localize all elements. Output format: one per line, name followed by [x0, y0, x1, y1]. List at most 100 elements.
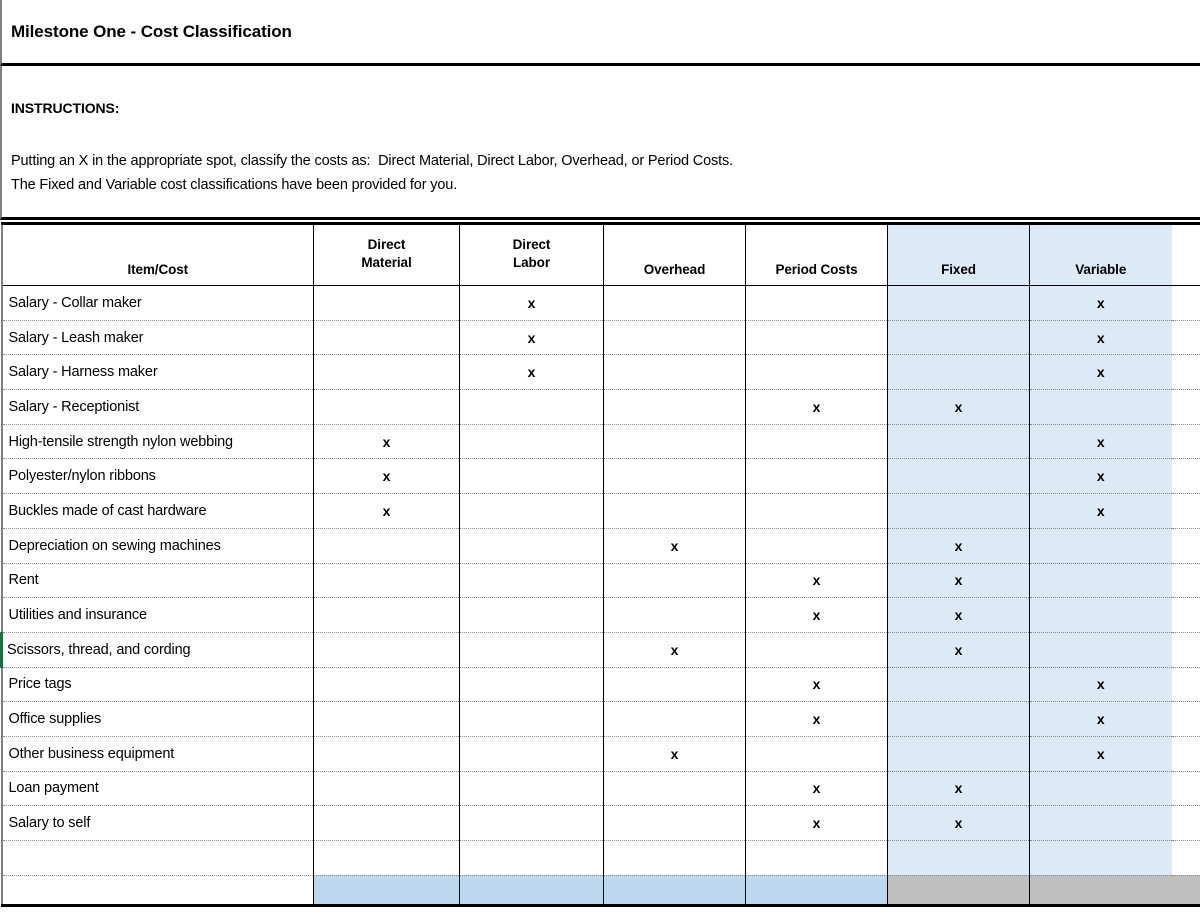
table-row[interactable]: Rent x x: [1, 563, 1200, 599]
cell-overhead[interactable]: [603, 389, 746, 425]
row-item-label[interactable]: Scissors, thread, and cording: [0, 632, 314, 668]
cell-direct-material[interactable]: x: [313, 493, 460, 529]
cell-period-costs[interactable]: [745, 320, 888, 356]
cell-period-costs[interactable]: x: [745, 563, 888, 599]
row-item-label[interactable]: Utilities and insurance: [1, 597, 314, 633]
cell-period-costs[interactable]: [745, 493, 888, 529]
cell-overhead[interactable]: [603, 354, 746, 391]
cell-period-costs[interactable]: [745, 285, 888, 321]
cell-overhead[interactable]: x: [603, 528, 746, 564]
cell-fixed[interactable]: [887, 840, 1030, 876]
cell-variable[interactable]: x: [1029, 285, 1172, 321]
table-row[interactable]: Buckles made of cast hardware x x: [1, 493, 1200, 529]
cell-period-costs[interactable]: x: [745, 805, 888, 841]
cell-direct-labor[interactable]: x: [459, 320, 604, 356]
cell-direct-labor[interactable]: [459, 458, 604, 495]
cell-period-costs[interactable]: x: [745, 667, 888, 703]
cell-variable[interactable]: x: [1029, 424, 1172, 460]
cell-overhead[interactable]: [603, 667, 746, 703]
cell-direct-material[interactable]: [313, 597, 460, 633]
cell-period-costs[interactable]: x: [745, 701, 888, 737]
cell-variable[interactable]: x: [1029, 667, 1172, 703]
cell-variable[interactable]: x: [1029, 736, 1172, 772]
cell-direct-labor[interactable]: [459, 528, 604, 564]
cell-overhead[interactable]: [603, 597, 746, 633]
cell-direct-material[interactable]: [313, 285, 460, 321]
row-item-label[interactable]: High-tensile strength nylon webbing: [1, 424, 314, 460]
cell-fixed[interactable]: x: [887, 528, 1030, 564]
cell-direct-material[interactable]: x: [313, 458, 460, 495]
cell-direct-material[interactable]: [313, 701, 460, 737]
cell-fixed[interactable]: [887, 320, 1030, 356]
table-row[interactable]: Salary to self x x: [1, 805, 1200, 841]
table-row[interactable]: Scissors, thread, and cording x x: [0, 632, 1200, 668]
cell-overhead[interactable]: x: [603, 632, 746, 668]
table-row[interactable]: Salary - Harness maker x x: [1, 354, 1200, 391]
cell-period-costs[interactable]: x: [745, 389, 888, 425]
table-row[interactable]: Other business equipment x x: [1, 736, 1200, 772]
table-row[interactable]: Salary - Collar maker x x: [1, 285, 1200, 321]
cell-direct-labor[interactable]: [459, 771, 604, 807]
cell-overhead[interactable]: [603, 805, 746, 841]
cell-variable[interactable]: [1029, 840, 1172, 876]
cell-variable[interactable]: x: [1029, 320, 1172, 356]
row-item-label[interactable]: Price tags: [1, 667, 314, 703]
cell-fixed[interactable]: x: [887, 389, 1030, 425]
row-item-label[interactable]: Loan payment: [1, 771, 314, 807]
cell-variable[interactable]: [1029, 597, 1172, 633]
cell-period-costs[interactable]: [745, 528, 888, 564]
row-item-label[interactable]: Rent: [1, 563, 314, 599]
table-blank-row[interactable]: [1, 840, 1200, 876]
cell-fixed[interactable]: [887, 354, 1030, 391]
cell-direct-material[interactable]: [313, 736, 460, 772]
cell-period-costs[interactable]: x: [745, 771, 888, 807]
cell-fixed[interactable]: [887, 424, 1030, 460]
row-item-label[interactable]: Salary - Harness maker: [1, 354, 314, 391]
cell-direct-material[interactable]: [313, 805, 460, 841]
cell-overhead[interactable]: [603, 424, 746, 460]
cell-direct-material[interactable]: [313, 320, 460, 356]
table-row[interactable]: Salary - Leash maker x x: [1, 320, 1200, 356]
cell-direct-labor[interactable]: [459, 597, 604, 633]
table-row[interactable]: Office supplies x x: [1, 701, 1200, 737]
cell-direct-material[interactable]: [313, 771, 460, 807]
cell-variable[interactable]: [1029, 389, 1172, 425]
cell-fixed[interactable]: [887, 458, 1030, 495]
cell-direct-labor[interactable]: [459, 701, 604, 737]
cell-period-costs[interactable]: [745, 736, 888, 772]
cell-fixed[interactable]: x: [887, 597, 1030, 633]
row-item-label[interactable]: [1, 840, 314, 876]
cell-fixed[interactable]: x: [887, 632, 1030, 668]
cell-overhead[interactable]: [603, 320, 746, 356]
cell-direct-material[interactable]: [313, 563, 460, 599]
cell-overhead[interactable]: [603, 771, 746, 807]
row-item-label[interactable]: Other business equipment: [1, 736, 314, 772]
cell-direct-material[interactable]: x: [313, 424, 460, 460]
cell-direct-material[interactable]: [313, 632, 460, 668]
cell-fixed[interactable]: x: [887, 771, 1030, 807]
cell-variable[interactable]: x: [1029, 354, 1172, 391]
cell-fixed[interactable]: [887, 493, 1030, 529]
cell-overhead[interactable]: [603, 840, 746, 876]
cell-overhead[interactable]: [603, 701, 746, 737]
cell-period-costs[interactable]: [745, 424, 888, 460]
row-item-label[interactable]: Salary to self: [1, 805, 314, 841]
cell-overhead[interactable]: [603, 458, 746, 495]
cell-fixed[interactable]: [887, 736, 1030, 772]
cell-overhead[interactable]: x: [603, 736, 746, 772]
cell-variable[interactable]: [1029, 632, 1172, 668]
cell-direct-material[interactable]: [313, 354, 460, 391]
cell-direct-labor[interactable]: [459, 632, 604, 668]
table-row[interactable]: Price tags x x: [1, 667, 1200, 703]
cell-direct-labor[interactable]: [459, 493, 604, 529]
cell-overhead[interactable]: [603, 563, 746, 599]
cell-fixed[interactable]: x: [887, 563, 1030, 599]
table-row[interactable]: Polyester/nylon ribbons x x: [1, 458, 1200, 495]
cell-overhead[interactable]: [603, 285, 746, 321]
cell-direct-material[interactable]: [313, 528, 460, 564]
cell-fixed[interactable]: [887, 701, 1030, 737]
cell-direct-labor[interactable]: [459, 424, 604, 460]
cell-direct-labor[interactable]: [459, 805, 604, 841]
cell-direct-material[interactable]: [313, 840, 460, 876]
cell-fixed[interactable]: [887, 667, 1030, 703]
